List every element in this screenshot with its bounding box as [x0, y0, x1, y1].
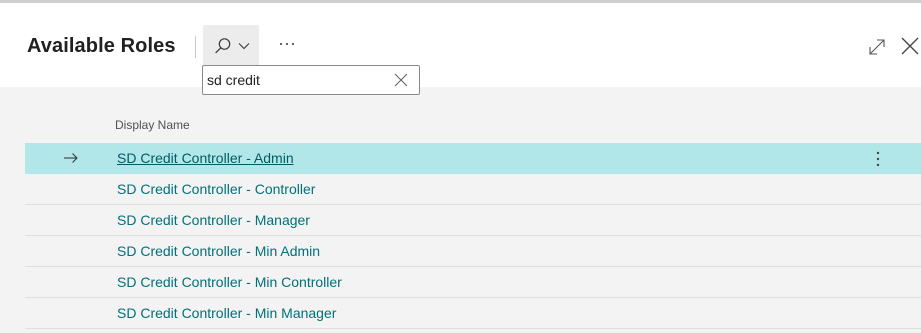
arrow-right-icon — [64, 153, 78, 163]
table-row[interactable]: SD Credit Controller - Min Manager — [25, 298, 921, 329]
role-display-name-link[interactable]: SD Credit Controller - Manager — [117, 212, 310, 228]
role-display-name-link[interactable]: SD Credit Controller - Min Controller — [117, 274, 342, 290]
title-divider — [195, 36, 196, 58]
search-toggle-button[interactable] — [203, 25, 259, 67]
vertical-ellipsis-icon[interactable] — [871, 149, 885, 169]
table-row[interactable]: SD Credit Controller - Admin — [25, 143, 921, 174]
page-header: Available Roles — [0, 3, 921, 87]
content-area: Display Name SD Credit Controller - Admi… — [0, 87, 921, 333]
available-roles-page: Available Roles sd credit Display Name S… — [0, 0, 921, 333]
search-icon — [215, 38, 231, 54]
table-row[interactable]: SD Credit Controller - Min Controller — [25, 267, 921, 298]
role-display-name-link[interactable]: SD Credit Controller - Min Admin — [117, 243, 320, 259]
search-input[interactable] — [207, 69, 387, 91]
table-row[interactable]: SD Credit Controller - Controller — [25, 174, 921, 205]
chevron-down-icon — [238, 43, 250, 50]
role-display-name-link[interactable]: SD Credit Controller - Controller — [117, 181, 315, 197]
close-icon[interactable] — [899, 35, 921, 57]
clear-search-icon[interactable] — [393, 72, 409, 88]
column-header-display-name[interactable]: Display Name — [115, 118, 190, 132]
role-display-name-link[interactable]: SD Credit Controller - Min Manager — [117, 305, 336, 321]
search-field[interactable] — [202, 65, 420, 95]
table-row[interactable]: SD Credit Controller - Manager — [25, 205, 921, 236]
expand-icon[interactable] — [866, 36, 888, 58]
more-actions-icon[interactable] — [276, 33, 298, 55]
role-display-name-link[interactable]: SD Credit Controller - Admin — [117, 150, 294, 166]
roles-list: SD Credit Controller - Admin SD Credit C… — [25, 143, 921, 329]
table-row[interactable]: SD Credit Controller - Min Admin — [25, 236, 921, 267]
page-title: Available Roles — [27, 35, 176, 57]
